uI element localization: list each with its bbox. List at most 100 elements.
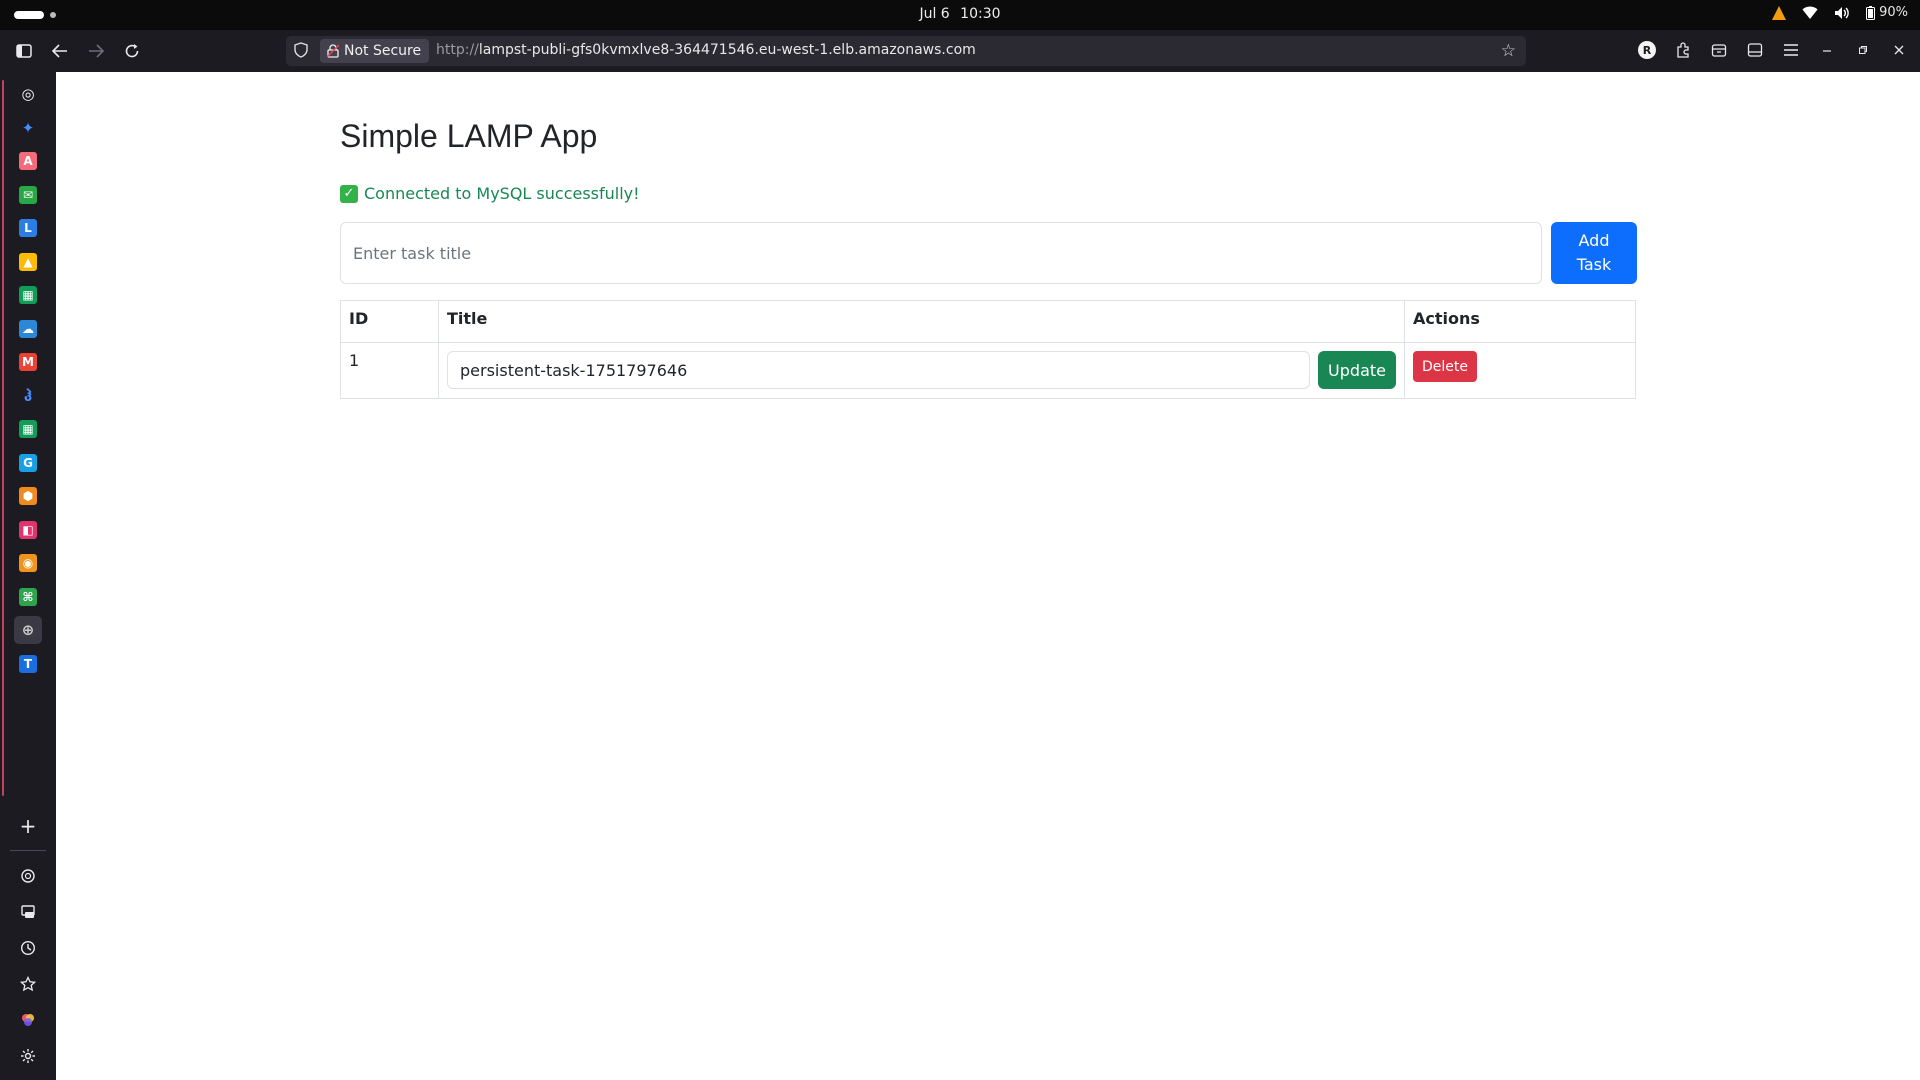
- back-arrow-icon[interactable]: [48, 39, 72, 63]
- sidebar-item-anthropic[interactable]: A: [14, 147, 42, 175]
- mail-icon: ✉: [19, 185, 37, 204]
- header-actions: Actions: [1404, 300, 1636, 343]
- tool-icon: ჰ: [23, 386, 33, 405]
- color-palette-icon[interactable]: [14, 1006, 42, 1034]
- menu-hamburger-icon[interactable]: [1780, 39, 1802, 61]
- sidebar-toggle-icon[interactable]: [12, 39, 36, 63]
- add-sidebar-item-plus-icon[interactable]: +: [14, 812, 42, 840]
- volume-icon: [1835, 6, 1849, 19]
- tracking-protection-shield-icon[interactable]: [294, 42, 310, 60]
- history-clock-icon[interactable]: [14, 934, 42, 962]
- sidebar-item-app-orange[interactable]: ⬢: [14, 482, 42, 510]
- vlc-icon[interactable]: [1772, 5, 1787, 20]
- sidebar-item-gmail[interactable]: M: [14, 348, 42, 376]
- web-page: Simple LAMP App ✓ Connected to MySQL suc…: [56, 72, 1920, 1080]
- lock-strikethrough-icon: [327, 44, 339, 58]
- sheets-2-icon: ▦: [19, 420, 37, 438]
- sidebar-item-app-pink[interactable]: ◧: [14, 516, 42, 544]
- profile-initial: R: [1638, 41, 1656, 59]
- system-tray[interactable]: 90%: [1772, 5, 1908, 20]
- browser-icon: ⊕: [21, 621, 35, 639]
- task-actions-cell: Delete: [1404, 342, 1636, 399]
- linear-icon: L: [19, 219, 37, 237]
- bookmark-star-icon[interactable]: ☆: [1501, 41, 1516, 61]
- profile-avatar[interactable]: R: [1636, 39, 1658, 61]
- task-title-cell: Update: [438, 342, 1405, 399]
- add-task-button[interactable]: Add Task: [1551, 222, 1637, 284]
- sidebar-item-drive[interactable]: ▲: [14, 248, 42, 276]
- sidebar-item-mail[interactable]: ✉: [14, 181, 42, 209]
- toolbar-right-group: R: [1636, 39, 1910, 61]
- sidebar-item-browser[interactable]: ⊕: [14, 616, 42, 644]
- table-row: 1 Update Delete: [340, 342, 1636, 399]
- task-title-edit-input[interactable]: [447, 351, 1311, 389]
- os-top-bar: Jul 6 10:30 90%: [0, 0, 1920, 30]
- drive-icon: ▲: [19, 252, 37, 271]
- update-button[interactable]: Update: [1318, 351, 1396, 389]
- browser-toolbar: Not Secure http://lampst-publi-gfs0kvmxl…: [0, 30, 1920, 72]
- app-amber-icon: ◉: [19, 554, 37, 572]
- restore-icon[interactable]: [1852, 39, 1874, 61]
- not-secure-label: Not Secure: [344, 43, 422, 59]
- delete-button[interactable]: Delete: [1413, 351, 1477, 382]
- forward-arrow-icon[interactable]: [84, 39, 108, 63]
- chatgpt-icon: ◎: [21, 85, 35, 103]
- url-text[interactable]: http://lampst-publi-gfs0kvmxlve8-3644715…: [436, 42, 976, 58]
- gemini-icon: ✦: [21, 118, 35, 137]
- close-window-icon[interactable]: [1888, 39, 1910, 61]
- sidebar-item-chatgpt[interactable]: ◎: [14, 80, 42, 108]
- sidebar-item-app-amber[interactable]: ◉: [14, 549, 42, 577]
- sidebar-item-sheets-2[interactable]: ▦: [14, 415, 42, 443]
- minimize-icon[interactable]: [1816, 39, 1838, 61]
- table-header-row: ID Title Actions: [340, 300, 1636, 343]
- openai-icon[interactable]: [14, 862, 42, 890]
- onedrive-icon: ☁: [19, 319, 37, 338]
- check-mark-icon: ✓: [340, 184, 358, 203]
- gmail-icon: M: [19, 353, 37, 371]
- sidebar-item-app-blue[interactable]: G: [14, 449, 42, 477]
- header-id: ID: [340, 300, 439, 343]
- db-status-message: ✓ Connected to MySQL successfully!: [340, 184, 640, 203]
- container-box-icon[interactable]: [1708, 39, 1730, 61]
- battery-indicator: 90%: [1866, 5, 1908, 20]
- task-title-input[interactable]: [340, 222, 1542, 284]
- page-title: Simple LAMP App: [340, 118, 598, 154]
- clock[interactable]: Jul 6 10:30: [0, 6, 1920, 22]
- clock-time: 10:30: [960, 6, 1001, 22]
- battery-percent: 90%: [1879, 5, 1908, 20]
- db-status-text: Connected to MySQL successfully!: [364, 184, 640, 203]
- sidebar-item-onedrive[interactable]: ☁: [14, 315, 42, 343]
- not-secure-badge[interactable]: Not Secure: [320, 39, 430, 63]
- extensions-puzzle-icon[interactable]: [1672, 39, 1694, 61]
- app-pink-icon: ◧: [19, 520, 37, 539]
- anthropic-icon: A: [19, 152, 37, 170]
- tasks-table: ID Title Actions 1 Update Delete: [340, 300, 1636, 399]
- battery-icon: [1866, 5, 1876, 20]
- sync-tabs-icon[interactable]: [14, 898, 42, 926]
- browser-sidebar: ◎ ✦ A ✉ L ▲ ▦ ☁ Mჰ ▦ G ⬢ ◧ ◉ ⌘ ⊕ T +: [0, 72, 56, 1080]
- clock-date: Jul 6: [919, 6, 950, 22]
- header-title: Title: [438, 300, 1405, 343]
- bookmarks-star-icon[interactable]: [14, 970, 42, 998]
- url-host: lampst-publi-gfs0kvmxlve8-364471546.eu-w…: [478, 42, 976, 58]
- reload-icon[interactable]: [120, 39, 144, 63]
- app-orange-icon: ⬢: [19, 487, 37, 505]
- settings-gear-icon[interactable]: [14, 1042, 42, 1070]
- sidebar-item-gemini[interactable]: ✦: [14, 114, 42, 142]
- sheets-icon: ▦: [19, 286, 37, 304]
- app-green-icon: ⌘: [19, 587, 37, 606]
- url-protocol: http://: [436, 42, 479, 58]
- sidebar-item-sheets[interactable]: ▦: [14, 281, 42, 309]
- app-blue-icon: G: [19, 453, 37, 472]
- sidebar-divider: [10, 850, 46, 851]
- sidebar-item-linear[interactable]: L: [14, 214, 42, 242]
- task-id: 1: [340, 342, 439, 399]
- sidebar-accent-line: [2, 80, 4, 796]
- wifi-icon: [1802, 6, 1818, 19]
- sidebar-item-app-green[interactable]: ⌘: [14, 583, 42, 611]
- teams-icon: T: [19, 654, 37, 673]
- sidebar-item-teams[interactable]: T: [14, 650, 42, 678]
- sidebar-item-tool[interactable]: ჰ: [14, 382, 42, 410]
- reader-view-icon[interactable]: [1744, 39, 1766, 61]
- address-bar[interactable]: Not Secure http://lampst-publi-gfs0kvmxl…: [286, 36, 1526, 66]
